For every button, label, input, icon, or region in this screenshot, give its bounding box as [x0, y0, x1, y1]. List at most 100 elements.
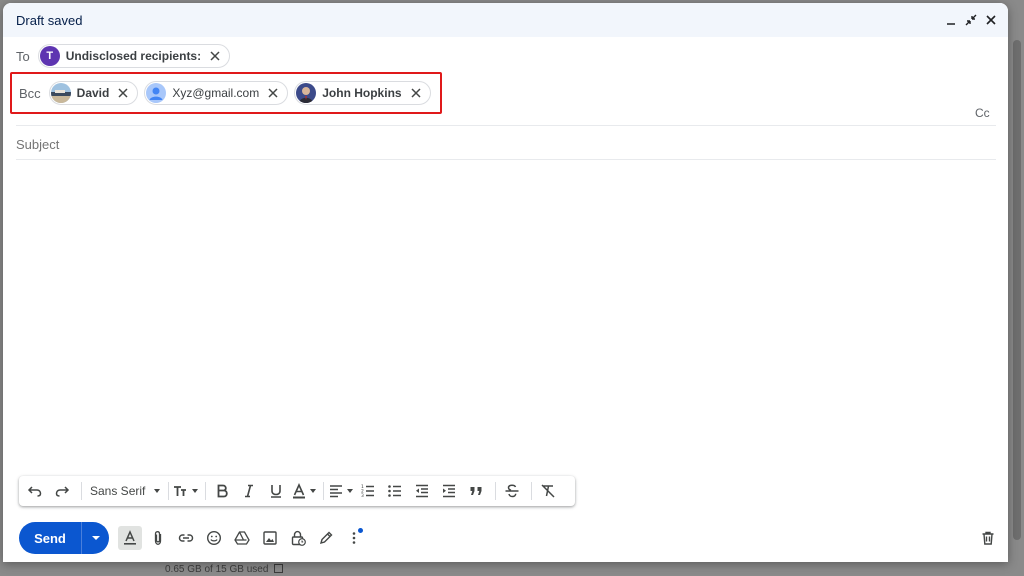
lock-clock-icon: [291, 530, 306, 546]
numbered-list-button[interactable]: 123: [356, 479, 380, 503]
default-person-icon: [149, 87, 163, 100]
recipient-name: John Hopkins: [322, 86, 402, 100]
close-button[interactable]: [984, 13, 998, 27]
formatting-options-button[interactable]: [118, 526, 142, 550]
emoji-icon: [206, 530, 222, 546]
exit-fullscreen-icon: [965, 14, 977, 26]
toolbar-separator: [205, 482, 207, 500]
indent-less-icon: [416, 484, 429, 498]
bcc-field[interactable]: Bcc David Xyz@gmail.com John Hopkins: [10, 72, 442, 114]
image-icon: [263, 531, 277, 545]
google-drive-icon: [234, 531, 250, 545]
send-options-button[interactable]: [81, 522, 109, 554]
bulleted-list-button[interactable]: [383, 479, 407, 503]
formatting-toolbar: Sans Serif 123: [19, 476, 575, 506]
remove-recipient-button[interactable]: [117, 87, 129, 99]
text-size-icon: [174, 486, 187, 496]
minimize-icon: [947, 23, 955, 25]
numbered-list-icon: 123: [361, 484, 375, 499]
font-family-select[interactable]: Sans Serif: [86, 479, 164, 503]
strikethrough-icon: [505, 484, 519, 498]
close-icon: [411, 88, 421, 98]
redo-icon: [55, 486, 70, 497]
italic-button[interactable]: [237, 479, 261, 503]
paperclip-icon: [154, 531, 162, 545]
close-icon: [118, 88, 128, 98]
recipient-chip[interactable]: John Hopkins: [294, 81, 431, 105]
trash-icon: [982, 531, 994, 545]
compose-title: Draft saved: [16, 12, 83, 28]
bcc-label: Bcc: [19, 85, 41, 101]
text-color-button[interactable]: [291, 479, 317, 503]
send-button-group: Send: [19, 522, 109, 554]
message-body[interactable]: [16, 163, 996, 468]
discard-draft-button[interactable]: [976, 526, 1000, 550]
link-icon: [178, 534, 194, 542]
indent-less-button[interactable]: [410, 479, 434, 503]
undo-button[interactable]: [23, 479, 47, 503]
confidential-mode-button[interactable]: [286, 526, 310, 550]
underline-button[interactable]: [264, 479, 288, 503]
remove-formatting-button[interactable]: [536, 479, 560, 503]
chevron-down-icon: [91, 536, 100, 540]
divider: [16, 159, 996, 160]
strikethrough-button[interactable]: [500, 479, 524, 503]
align-left-icon: [330, 485, 343, 498]
indent-more-icon: [443, 484, 456, 498]
quote-icon: [470, 487, 482, 495]
recipient-chip[interactable]: T Undisclosed recipients:: [37, 44, 231, 68]
toolbar-separator: [168, 482, 170, 500]
remove-recipient-button[interactable]: [267, 87, 279, 99]
person-photo-icon: [296, 83, 317, 103]
avatar: [296, 83, 317, 103]
text-format-icon: [124, 530, 136, 545]
subject-input[interactable]: [16, 133, 991, 155]
chevron-down-icon: [154, 489, 161, 493]
storage-usage: 0.65 GB of 15 GB used: [165, 564, 284, 575]
italic-icon: [245, 484, 254, 498]
remove-formatting-icon: [541, 484, 555, 498]
recipient-chip[interactable]: Xyz@gmail.com: [144, 81, 289, 105]
to-label: To: [16, 48, 30, 64]
avatar: [146, 83, 167, 103]
indent-more-button[interactable]: [437, 479, 461, 503]
quote-button[interactable]: [464, 479, 488, 503]
recipient-name: Xyz@gmail.com: [172, 86, 260, 100]
scrollbar-thumb[interactable]: [1013, 40, 1021, 540]
insert-drive-file-button[interactable]: [230, 526, 254, 550]
bold-button[interactable]: [210, 479, 234, 503]
insert-emoji-button[interactable]: [202, 526, 226, 550]
more-options-button[interactable]: [342, 526, 366, 550]
font-family-value: Sans Serif: [90, 484, 146, 498]
chevron-down-icon: [310, 489, 317, 493]
avatar: T: [39, 46, 60, 66]
svg-text:3: 3: [361, 493, 364, 499]
to-field[interactable]: To T Undisclosed recipients:: [16, 44, 231, 68]
recipient-chip[interactable]: David: [48, 81, 139, 105]
remove-recipient-button[interactable]: [209, 50, 221, 62]
redo-button[interactable]: [50, 479, 74, 503]
insert-signature-button[interactable]: [314, 526, 338, 550]
page-scrollbar[interactable]: [1010, 0, 1024, 576]
insert-photo-button[interactable]: [258, 526, 282, 550]
cc-toggle[interactable]: Cc: [975, 106, 990, 120]
attach-file-button[interactable]: [146, 526, 170, 550]
send-button[interactable]: Send: [19, 522, 81, 554]
toolbar-separator: [323, 482, 325, 500]
insert-link-button[interactable]: [174, 526, 198, 550]
undo-icon: [27, 486, 42, 497]
remove-recipient-button[interactable]: [410, 87, 422, 99]
close-icon: [986, 15, 996, 25]
chevron-down-icon: [192, 489, 199, 493]
compose-header: Draft saved: [3, 3, 1008, 37]
bold-icon: [217, 484, 229, 498]
notification-dot: [358, 528, 363, 533]
minimize-button[interactable]: [944, 13, 958, 27]
align-button[interactable]: [328, 479, 354, 503]
font-size-button[interactable]: [173, 479, 199, 503]
toolbar-separator: [531, 482, 533, 500]
exit-fullscreen-button[interactable]: [964, 13, 978, 27]
avatar: [50, 83, 71, 103]
close-icon: [268, 88, 278, 98]
recipient-name: David: [76, 86, 110, 100]
